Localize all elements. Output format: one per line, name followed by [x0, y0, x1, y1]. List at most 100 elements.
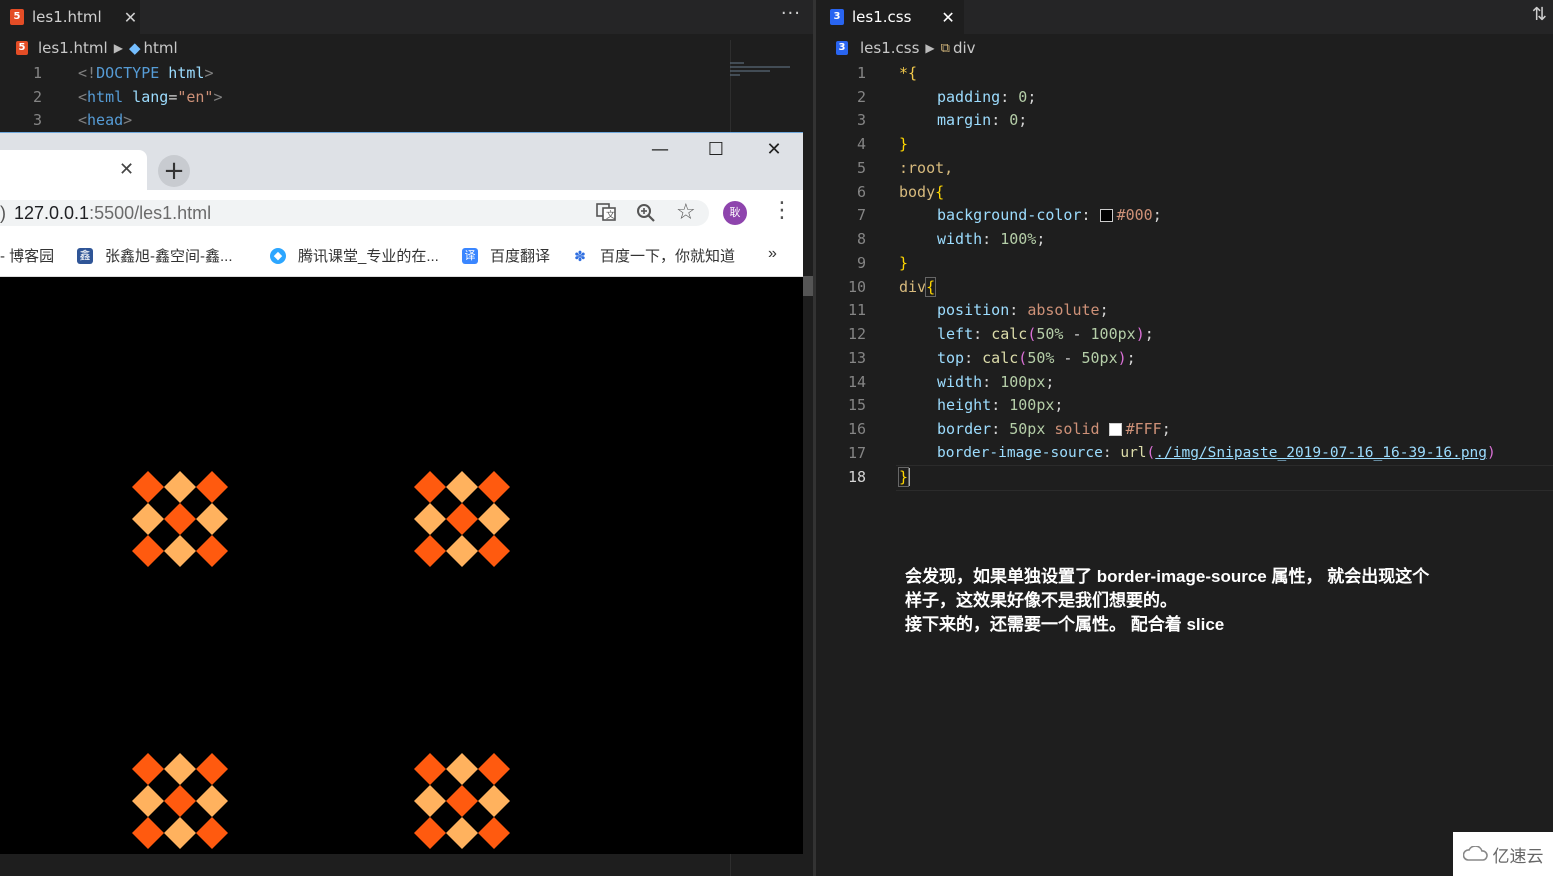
line-number: 10 — [847, 278, 866, 296]
diamond-tile — [132, 753, 164, 785]
close-tab-icon[interactable]: ✕ — [119, 159, 134, 180]
zoom-icon[interactable] — [636, 203, 656, 228]
html-editor-tabbar: 5 les1.html ✕ ··· — [0, 0, 813, 34]
line-number: 5 — [856, 159, 866, 177]
menu-dots-icon[interactable]: ⋮ — [771, 198, 793, 223]
url-path: :5500/les1.html — [89, 203, 212, 223]
css-function: calc — [991, 325, 1028, 343]
tab-les1-css[interactable]: 3 les1.css ✕ — [816, 0, 964, 34]
border-image-corner — [414, 753, 510, 849]
bookmark-item[interactable]: ◆ 腾讯课堂_专业的在... — [270, 245, 439, 266]
close-icon[interactable]: ✕ — [941, 8, 954, 27]
diamond-tile — [414, 471, 446, 503]
breadcrumb-file[interactable]: les1.html — [38, 39, 108, 57]
browser-scrollbar[interactable] — [803, 276, 813, 296]
diamond-tile — [132, 535, 164, 567]
css-value: 50% — [1036, 325, 1064, 343]
bookmarks-bar: - 博客园 鑫张鑫旭-鑫空间-鑫... ◆ 腾讯课堂_专业的在... 译百度翻译 … — [0, 234, 803, 277]
code-line[interactable]: 15 height: 100px; — [836, 393, 1064, 417]
code-line[interactable]: 8 width: 100%; — [836, 227, 1045, 251]
code-line[interactable]: 11 position: absolute; — [836, 298, 1109, 322]
bookmark-item[interactable]: 译百度翻译 — [462, 245, 550, 266]
line-number: 3 — [856, 111, 866, 129]
breadcrumb-element[interactable]: html — [143, 39, 177, 57]
diamond-tile — [478, 503, 510, 535]
line-number: 9 — [856, 254, 866, 272]
code-line[interactable]: 17 border-image-source: url(./img/Snipast… — [836, 441, 1496, 465]
code-line[interactable]: 10 div{ — [836, 275, 937, 299]
code-line[interactable]: 14 width: 100px; — [836, 370, 1054, 394]
css-property: position — [937, 301, 1010, 319]
close-window-button[interactable]: ✕ — [759, 139, 789, 160]
css-function: url — [1120, 445, 1147, 461]
minimize-button[interactable]: — — [645, 139, 675, 160]
breadcrumb: 5 les1.html ▶ ◆ html — [16, 36, 178, 60]
more-actions-icon[interactable]: ··· — [781, 3, 801, 24]
diamond-tile — [164, 753, 196, 785]
code-line[interactable]: 18} — [836, 465, 911, 489]
tag-bracket: > — [123, 111, 133, 129]
bookmarks-overflow-button[interactable]: » — [768, 245, 777, 263]
browser-titlebar: ✕ + — ☐ ✕ — [0, 132, 803, 191]
bookmark-label: 张鑫旭-鑫空间-鑫... — [105, 248, 233, 265]
diamond-tile — [132, 471, 164, 503]
site-info-icon[interactable]: ) — [0, 203, 6, 223]
code-line[interactable]: 9} — [836, 251, 908, 275]
code-line[interactable]: 6 body{ — [836, 180, 944, 204]
breadcrumb: 3 les1.css ▶ ⧉ div — [836, 36, 976, 60]
bookmark-item[interactable]: ✽ 百度一下，你就知道 — [572, 245, 735, 266]
code-line[interactable]: 3 < head > — [12, 108, 132, 132]
css-value: #000 — [1116, 206, 1153, 224]
bookmark-item[interactable]: 鑫张鑫旭-鑫空间-鑫... — [77, 245, 233, 266]
code-line[interactable]: 7 background-color: #000; — [836, 203, 1162, 227]
css-function: calc — [982, 349, 1019, 367]
bookmark-item[interactable]: - 博客园 — [0, 245, 54, 266]
code-line[interactable]: 2 padding: 0; — [836, 85, 1036, 109]
profile-avatar[interactable]: 耿 — [723, 201, 747, 225]
diamond-tile — [414, 817, 446, 849]
page-viewport — [0, 277, 803, 854]
diamond-tile — [196, 817, 228, 849]
close-icon[interactable]: ✕ — [124, 8, 137, 27]
code-line[interactable]: 16 border: 50px solid #FFF; — [836, 417, 1171, 441]
css-property: border-image-source — [937, 445, 1103, 461]
css-selector: :root, — [899, 159, 954, 177]
code-line[interactable]: 3 margin: 0; — [836, 108, 1027, 132]
code-line[interactable]: 12 left: calc(50% - 100px); — [836, 322, 1154, 346]
annotation-line: 样子，这效果好像不是我们想要的。 — [905, 591, 1177, 610]
css-property: background-color — [937, 206, 1082, 224]
css-url-link[interactable]: ./img/Snipaste_2019-07-16_16-39-16.png — [1155, 445, 1487, 461]
tab-les1-html[interactable]: 5 les1.html ✕ — [0, 0, 140, 34]
diamond-tile — [196, 535, 228, 567]
line-number: 2 — [32, 88, 42, 106]
diamond-tile — [446, 753, 478, 785]
minimap[interactable] — [730, 60, 800, 100]
diamond-tile — [446, 785, 478, 817]
translate-icon[interactable]: 文 — [596, 203, 616, 226]
code-line[interactable]: 1 *{ — [836, 61, 917, 85]
code-line[interactable]: 1 <! DOCTYPE html > — [12, 61, 214, 85]
breadcrumb-file[interactable]: les1.css — [860, 39, 919, 57]
diamond-tile — [414, 503, 446, 535]
code-line[interactable]: 13 top: calc(50% - 50px); — [836, 346, 1136, 370]
css-brace: { — [935, 183, 945, 201]
css-property: width — [937, 373, 983, 391]
css-value: 0 — [1009, 111, 1019, 129]
line-number: 12 — [847, 325, 866, 343]
css-property: padding — [937, 88, 1001, 106]
new-tab-button[interactable]: + — [158, 155, 190, 187]
line-number: 6 — [856, 183, 866, 201]
color-swatch[interactable] — [1108, 422, 1122, 436]
code-line[interactable]: 4} — [836, 132, 908, 156]
breadcrumb-element[interactable]: div — [953, 39, 976, 57]
current-line-highlight — [896, 465, 1553, 491]
color-swatch[interactable] — [1099, 208, 1113, 222]
css-selector: body — [899, 183, 936, 201]
bookmark-star-icon[interactable]: ☆ — [676, 200, 696, 225]
compare-changes-icon[interactable]: ⇅ — [1532, 4, 1547, 25]
url-host: 127.0.0.1 — [14, 203, 90, 223]
maximize-button[interactable]: ☐ — [701, 139, 731, 160]
code-line[interactable]: 2 < html lang = "en" > — [12, 85, 223, 109]
bookmark-label: 百度一下，你就知道 — [600, 248, 736, 265]
code-line[interactable]: 5 :root, — [836, 156, 953, 180]
